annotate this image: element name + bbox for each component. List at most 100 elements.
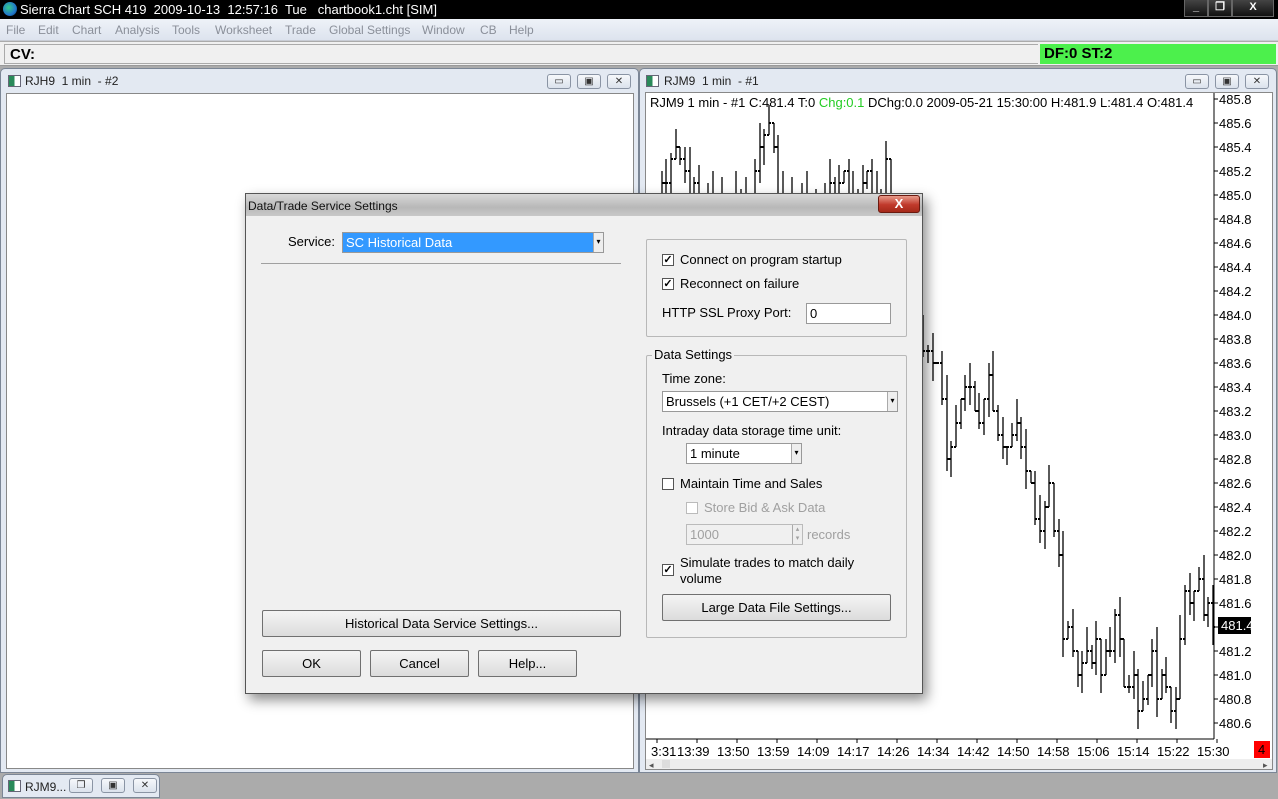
store-bid-ask-checkbox[interactable] [686,502,698,514]
y-tick-label: 485.2 [1219,164,1252,179]
x-tick-label: 15:30 [1197,744,1230,759]
y-tick-label: 482.6 [1219,476,1252,491]
storage-unit-value: 1 minute [690,446,740,461]
minimized-title: RJM9... [25,780,67,794]
window-icon [8,780,21,792]
scroll-left-icon[interactable]: ◂ [649,760,654,769]
reconnect-checkbox[interactable]: ✓ [662,278,674,290]
minimize-window-button[interactable]: ▭ [1185,74,1209,89]
proxy-port-input[interactable]: 0 [806,303,891,324]
restore-window-button[interactable]: ❐ [69,778,93,793]
y-tick-label: 484.2 [1219,284,1252,299]
maximize-window-button[interactable]: ▣ [577,74,601,89]
data-settings-legend: Data Settings [652,347,735,362]
menu-global-settings[interactable]: Global Settings [329,23,410,37]
menu-worksheet[interactable]: Worksheet [215,23,272,37]
scroll-right-icon[interactable]: ▸ [1263,760,1268,769]
proxy-port-label: HTTP SSL Proxy Port: [662,305,792,320]
window-title: RJM9 1 min - #1 [664,74,759,88]
menu-window[interactable]: Window [422,23,465,37]
y-tick-label: 483.0 [1219,428,1252,443]
menu-help[interactable]: Help [509,23,534,37]
y-tick-label: 485.8 [1219,93,1252,107]
y-tick-label: 483.6 [1219,356,1252,371]
app-title-bar: Sierra Chart SCH 419 2009-10-13 12:57:16… [0,0,1278,19]
window-title: RJH9 1 min - #2 [25,74,119,88]
app-globe-icon [3,2,17,16]
close-app-button[interactable]: X [1232,0,1274,17]
window-icon [8,75,21,87]
scrollbar-thumb[interactable] [662,760,670,768]
y-tick-label: 485.4 [1219,140,1252,155]
separator [261,263,621,264]
connect-startup-checkbox[interactable]: ✓ [662,254,674,266]
maintain-time-sales-checkbox[interactable] [662,478,674,490]
alert-count: 4 [1258,742,1265,757]
timezone-label: Time zone: [662,371,726,386]
service-label: Service: [288,234,335,249]
y-tick-label: 480.8 [1219,692,1252,707]
minimize-app-button[interactable]: _ [1184,0,1208,17]
reconnect-label: Reconnect on failure [680,276,800,291]
y-tick-label: 483.2 [1219,404,1252,419]
last-price-label: 481.4 [1221,618,1254,633]
records-label: records [807,527,851,542]
historical-data-service-settings-button[interactable]: Historical Data Service Settings... [262,610,621,637]
y-tick-label: 485.6 [1219,116,1252,131]
menu-cb[interactable]: CB [480,23,497,37]
window-icon [646,75,659,87]
storage-unit-select[interactable]: 1 minute ▾ [686,443,802,464]
y-tick-label: 480.6 [1219,716,1252,731]
large-data-file-settings-button[interactable]: Large Data File Settings... [662,594,891,621]
app-title: Sierra Chart SCH 419 2009-10-13 12:57:16… [20,2,437,17]
ok-button[interactable]: OK [262,650,361,677]
connect-startup-label: Connect on program startup [680,252,842,267]
dialog-close-button[interactable]: X [878,195,920,213]
y-tick-label: 485.0 [1219,188,1252,203]
control-bar: CV: DF:0 ST:2 [0,42,1278,66]
x-tick-label: 13:59 [757,744,790,759]
y-tick-label: 481.8 [1219,572,1252,587]
x-tick-label: 14:34 [917,744,950,759]
timezone-select[interactable]: Brussels (+1 CET/+2 CEST) ▾ [662,391,898,412]
x-tick-label: 15:22 [1157,744,1190,759]
header-values: DChg:0.0 2009-05-21 15:30:00 H:481.9 L:4… [864,95,1193,110]
cancel-button[interactable]: Cancel [370,650,469,677]
x-tick-label: 14:50 [997,744,1030,759]
close-window-button[interactable]: ✕ [1245,74,1269,89]
chart-header: RJM9 1 min - #1 C:481.4 T:0 Chg:0.1 DChg… [650,95,1193,110]
service-select[interactable]: SC Historical Data ▾ [342,232,604,253]
minimize-window-button[interactable]: ▭ [547,74,571,89]
dropdown-arrow-icon: ▾ [887,392,897,411]
dialog-title-bar[interactable]: Data/Trade Service Settings X [246,194,922,216]
header-change: Chg:0.1 [819,95,865,110]
menu-chart[interactable]: Chart [72,23,101,37]
spinner-arrows-icon[interactable]: ▴ ▾ [792,525,802,544]
dropdown-arrow-icon: ▾ [593,233,603,252]
menu-trade[interactable]: Trade [285,23,316,37]
menu-tools[interactable]: Tools [172,23,200,37]
y-tick-label: 484.4 [1219,260,1252,275]
help-button[interactable]: Help... [478,650,577,677]
maximize-window-button[interactable]: ▣ [1215,74,1239,89]
restore-app-button[interactable]: ❐ [1208,0,1232,17]
header-symbol: RJM9 1 min - #1 C:481.4 T:0 [650,95,819,110]
y-tick-label: 481.2 [1219,644,1252,659]
menu-edit[interactable]: Edit [38,23,59,37]
y-tick-label: 482.2 [1219,524,1252,539]
menu-analysis[interactable]: Analysis [115,23,160,37]
horizontal-scrollbar[interactable] [646,759,1272,769]
x-tick-label: 15:14 [1117,744,1150,759]
close-window-button[interactable]: ✕ [133,778,157,793]
simulate-trades-checkbox[interactable]: ✓ [662,564,674,576]
data-trade-service-settings-dialog: Data/Trade Service Settings X Service: S… [245,193,923,694]
records-spinner[interactable]: 1000 ▴ ▾ [686,524,803,545]
minimized-window[interactable]: RJM9... ❐ ▣ ✕ [2,774,160,798]
close-window-button[interactable]: ✕ [607,74,631,89]
maximize-window-button[interactable]: ▣ [101,778,125,793]
x-tick-label: 14:42 [957,744,990,759]
y-tick-label: 484.0 [1219,308,1252,323]
menu-file[interactable]: File [6,23,25,37]
x-tick-label: 14:09 [797,744,830,759]
records-value: 1000 [690,527,719,542]
